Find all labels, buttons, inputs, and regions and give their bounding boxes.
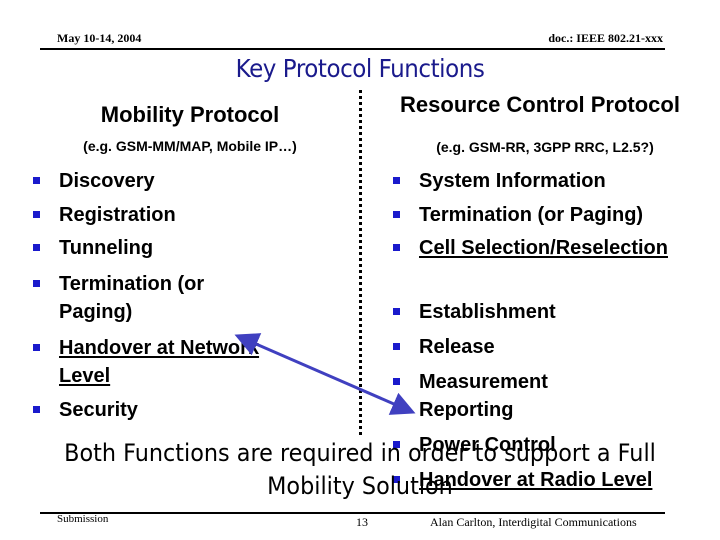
mobility-protocol-heading: Mobility Protocol	[100, 102, 280, 127]
list-item: Release	[393, 333, 679, 361]
conclusion-text: Both Functions are required in order to …	[64, 439, 656, 500]
bullet-square-icon	[393, 244, 400, 251]
bullet-square-icon	[33, 244, 40, 251]
header-date: May 10-14, 2004	[57, 31, 142, 45]
mobility-protocol-examples: (e.g. GSM-MM/MAP, Mobile IP…)	[83, 138, 297, 154]
footer-rule	[40, 512, 665, 514]
bullet-square-icon	[33, 177, 40, 184]
list-item: Termination (or Paging)	[393, 201, 699, 229]
list-item: Cell Selection/Reselection	[393, 234, 679, 262]
list-item: Establishment	[393, 298, 679, 326]
list-item: Security	[33, 396, 319, 424]
footer-author: Alan Carlton, Interdigital Communication…	[430, 515, 637, 529]
bullet-square-icon	[33, 406, 40, 413]
page-number: 13	[356, 515, 368, 529]
header-rule	[40, 48, 665, 50]
bullet-square-icon	[33, 344, 40, 351]
bullet-square-icon	[393, 177, 400, 184]
bullet-square-icon	[393, 308, 400, 315]
list-item: Tunneling	[33, 234, 319, 262]
resource-control-examples: (e.g. GSM-RR, 3GPP RRC, L2.5?)	[436, 139, 654, 155]
slide-title: Key Protocol Functions	[235, 54, 485, 83]
list-item: Discovery	[33, 167, 319, 195]
list-item: Termination (or Paging)	[33, 270, 259, 326]
list-item: Handover at Network Level	[33, 334, 309, 390]
list-item: System Information	[393, 167, 679, 195]
bullet-square-icon	[393, 211, 400, 218]
bullet-square-icon	[393, 378, 400, 385]
bullet-square-icon	[393, 343, 400, 350]
resource-control-heading: Resource Control Protocol	[400, 92, 680, 117]
column-divider	[359, 90, 362, 435]
list-item: Measurement Reporting	[393, 368, 619, 424]
bullet-square-icon	[33, 211, 40, 218]
footer-submission: Submission	[57, 513, 109, 525]
header-doc-id: doc.: IEEE 802.21-xxx	[548, 31, 663, 45]
bullet-square-icon	[33, 280, 40, 287]
list-item: Registration	[33, 201, 319, 229]
